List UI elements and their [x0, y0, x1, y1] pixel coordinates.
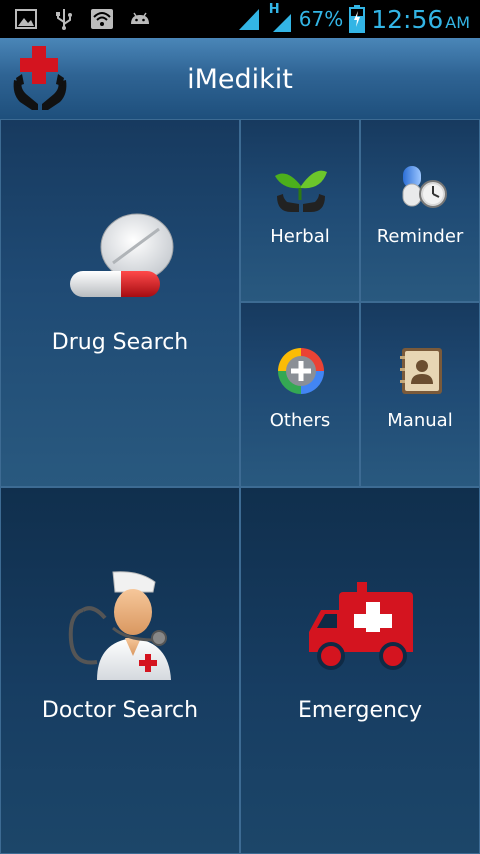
image-icon [15, 9, 37, 29]
android-icon [131, 12, 149, 24]
signal-h-icon: H [267, 2, 293, 34]
herbal-leaf-icon [275, 170, 327, 212]
clock-ampm: AM [445, 12, 470, 32]
doctor-icon [68, 571, 171, 680]
ambulance-icon [309, 582, 413, 670]
herbal-tile[interactable]: Herbal [240, 119, 360, 302]
battery-charging-icon [349, 5, 366, 33]
others-tile[interactable]: Others [240, 302, 360, 487]
doctor-search-tile[interactable]: Doctor Search [0, 487, 240, 854]
emergency-label: Emergency [297, 698, 423, 723]
pill-icon [70, 213, 174, 297]
others-label: Others [269, 410, 331, 431]
address-book-icon [400, 348, 442, 394]
reminder-label: Reminder [376, 226, 464, 247]
wifi-icon [91, 9, 113, 29]
battery-percent: 67% [298, 7, 344, 31]
herbal-label: Herbal [270, 226, 330, 247]
app-title: iMedikit [187, 64, 293, 95]
manual-tile[interactable]: Manual [360, 302, 480, 487]
status-bar: H 67% 12:56 AM [0, 0, 480, 38]
manual-label: Manual [387, 410, 453, 431]
usb-icon [56, 9, 72, 30]
drug-search-tile[interactable]: Drug Search [0, 119, 240, 487]
clock: 12:56 AM [371, 5, 470, 34]
reminder-tile[interactable]: Reminder [360, 119, 480, 302]
emergency-tile[interactable]: Emergency [240, 487, 480, 854]
google-plus-icon [278, 348, 324, 394]
clock-time: 12:56 [371, 4, 444, 34]
doctor-search-label: Doctor Search [41, 698, 199, 723]
reminder-pill-clock-icon [402, 166, 447, 208]
app-header: iMedikit [0, 38, 480, 120]
signal-icon [238, 9, 259, 30]
drug-search-label: Drug Search [51, 330, 189, 355]
screen: H 67% 12:56 AM iMedikit Drug Search Herb… [0, 0, 480, 854]
